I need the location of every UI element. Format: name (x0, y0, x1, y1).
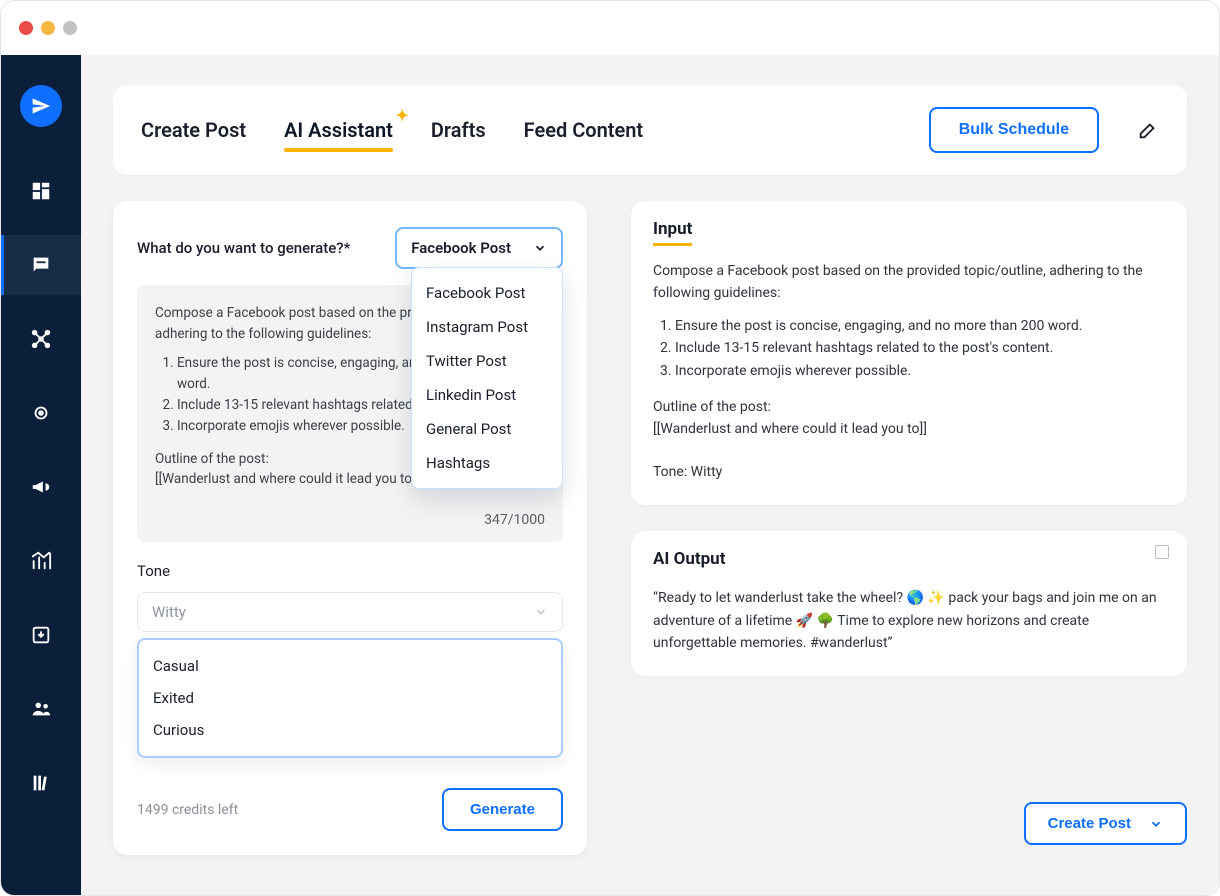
post-type-option[interactable]: Facebook Post (412, 276, 562, 310)
post-type-selected: Facebook Post (411, 239, 511, 257)
output-card-title: AI Output (653, 549, 725, 573)
analytics-icon (30, 550, 52, 572)
sidebar (1, 55, 81, 895)
tone-option[interactable]: Casual (139, 650, 561, 682)
tone-select[interactable]: Witty (137, 592, 563, 632)
tone-selected: Witty (152, 603, 186, 621)
tone-option[interactable]: Curious (139, 714, 561, 746)
post-type-option[interactable]: Linkedin Post (412, 378, 562, 412)
panel-bottom-row: 1499 credits left Generate (137, 788, 563, 831)
nav-campaigns[interactable] (21, 467, 61, 507)
nav-dashboard[interactable] (21, 171, 61, 211)
chevron-down-icon (1149, 817, 1163, 831)
network-icon (30, 328, 52, 350)
create-post-row: Create Post (631, 802, 1187, 845)
copy-icon[interactable] (1155, 545, 1169, 559)
columns: What do you want to generate?* Facebook … (113, 201, 1187, 855)
nav-downloads[interactable] (21, 615, 61, 655)
generator-panel: What do you want to generate?* Facebook … (113, 201, 587, 855)
edit-icon[interactable] (1137, 119, 1159, 141)
paper-plane-icon (31, 96, 51, 116)
nav-team[interactable] (21, 689, 61, 729)
window-maximize-dot[interactable] (63, 21, 77, 35)
input-outline-value: [[Wanderlust and where could it lead you… (653, 418, 1165, 440)
titlebar (1, 1, 1219, 55)
megaphone-icon (30, 476, 52, 498)
tone-option[interactable]: Exited (139, 682, 561, 714)
output-card: AI Output “Ready to let wanderlust take … (631, 531, 1187, 676)
input-intro: Compose a Facebook post based on the pro… (653, 260, 1165, 305)
output-text: “Ready to let wanderlust take the wheel?… (653, 587, 1165, 654)
right-column: Input Compose a Facebook post based on t… (631, 201, 1187, 845)
tab-create-post[interactable]: Create Post (141, 118, 246, 142)
post-type-select[interactable]: Facebook Post (395, 227, 563, 269)
post-type-option[interactable]: Instagram Post (412, 310, 562, 344)
nav-library[interactable] (21, 763, 61, 803)
library-icon (30, 772, 52, 794)
generate-field-row: What do you want to generate?* Facebook … (137, 227, 563, 269)
nav-target[interactable] (21, 393, 61, 433)
tone-dropdown: Casual Exited Curious (137, 638, 563, 758)
message-icon (30, 254, 52, 276)
input-outline-label: Outline of the post: (653, 396, 1165, 418)
post-type-option[interactable]: Hashtags (412, 446, 562, 480)
post-type-option[interactable]: Twitter Post (412, 344, 562, 378)
top-tabs-card: Create Post AI Assistant ✦ Drafts Feed C… (113, 85, 1187, 175)
create-post-button[interactable]: Create Post (1024, 802, 1187, 845)
tab-drafts[interactable]: Drafts (431, 118, 486, 142)
input-card: Input Compose a Facebook post based on t… (631, 201, 1187, 505)
bulk-schedule-button[interactable]: Bulk Schedule (929, 107, 1099, 153)
input-tone: Tone: Witty (653, 461, 1165, 483)
input-guideline: Incorporate emojis wherever possible. (675, 360, 1165, 382)
dashboard-icon (30, 180, 52, 202)
body-area: Create Post AI Assistant ✦ Drafts Feed C… (1, 55, 1219, 895)
tab-ai-assistant-label: AI Assistant (284, 118, 393, 142)
generate-field-label: What do you want to generate?* (137, 239, 350, 257)
post-type-option[interactable]: General Post (412, 412, 562, 446)
sparkle-icon: ✦ (396, 106, 409, 125)
tab-feed-content[interactable]: Feed Content (524, 118, 643, 142)
chevron-down-icon (534, 605, 548, 619)
download-icon (30, 624, 52, 646)
window-close-dot[interactable] (19, 21, 33, 35)
target-icon (30, 402, 52, 424)
input-card-body: Compose a Facebook post based on the pro… (653, 260, 1165, 483)
input-guidelines: Ensure the post is concise, engaging, an… (653, 315, 1165, 382)
char-counter: 347/1000 (155, 510, 545, 532)
window-minimize-dot[interactable] (41, 21, 55, 35)
credits-remaining: 1499 credits left (137, 802, 238, 818)
chevron-down-icon (533, 241, 547, 255)
main-content: Create Post AI Assistant ✦ Drafts Feed C… (81, 55, 1219, 895)
input-guideline: Ensure the post is concise, engaging, an… (675, 315, 1165, 337)
tab-ai-assistant[interactable]: AI Assistant ✦ (284, 118, 393, 142)
team-icon (30, 698, 52, 720)
nav-network[interactable] (21, 319, 61, 359)
app-logo[interactable] (20, 85, 62, 127)
generate-button[interactable]: Generate (442, 788, 563, 831)
nav-analytics[interactable] (21, 541, 61, 581)
input-card-title: Input (653, 219, 692, 246)
tone-label: Tone (137, 562, 563, 580)
input-guideline: Include 13-15 relevant hashtags related … (675, 337, 1165, 359)
create-post-label: Create Post (1048, 815, 1131, 832)
post-type-dropdown: Facebook Post Instagram Post Twitter Pos… (411, 267, 563, 489)
app-window: Create Post AI Assistant ✦ Drafts Feed C… (0, 0, 1220, 896)
nav-posts[interactable] (21, 245, 61, 285)
